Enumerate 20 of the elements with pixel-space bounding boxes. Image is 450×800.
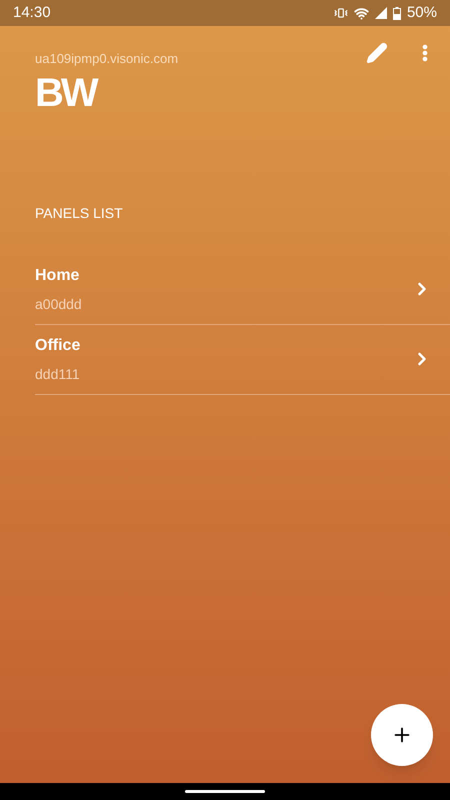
section-title: PANELS LIST [35, 204, 123, 222]
panel-id: a00ddd [35, 294, 82, 314]
signal-icon [374, 7, 387, 19]
panel-list-item[interactable]: Office ddd111 [35, 324, 450, 394]
home-handle[interactable] [185, 790, 265, 793]
clock-time: 14:30 [13, 2, 51, 23]
vibrate-icon [334, 6, 348, 20]
panel-id: ddd111 [35, 364, 80, 384]
edit-button[interactable] [364, 40, 390, 66]
panel-name: Home [35, 266, 80, 286]
more-options-button[interactable] [420, 42, 430, 64]
pencil-icon [366, 42, 388, 64]
panel-name: Office [35, 336, 80, 356]
panel-list-item[interactable]: Home a00ddd [35, 254, 450, 324]
host-address: ua109ipmp0.visonic.com [35, 50, 178, 68]
battery-icon [392, 6, 401, 20]
wifi-icon [354, 6, 369, 20]
battery-percent: 50% [406, 2, 437, 23]
brand-logo: BW [35, 72, 98, 112]
more-vertical-icon [422, 44, 428, 62]
